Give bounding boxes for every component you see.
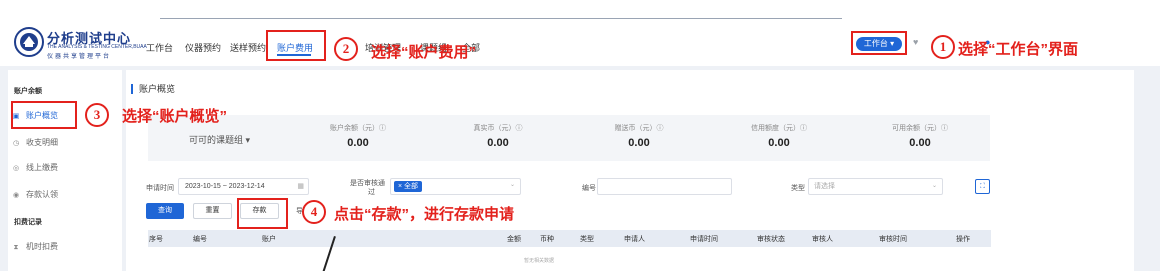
annotation-box-deposit	[237, 198, 288, 229]
col-type: 类型	[580, 236, 594, 243]
col-currency: 币种	[540, 236, 554, 243]
sidebar-item-label: 收支明细	[26, 138, 58, 147]
stat-value: 0.00	[487, 137, 509, 149]
annotation-text-2: 选择“账户费用”	[371, 44, 477, 61]
date-range-value: 2023-10-15 ~ 2023-12-14	[185, 183, 265, 190]
stat-label: 赠送币（元）ⓘ	[614, 125, 664, 132]
chevron-down-icon: ⌄	[509, 182, 515, 188]
sidebar-item-deposit-claim[interactable]: ◉ 存款认领	[10, 184, 114, 206]
type-label: 类型	[791, 185, 805, 192]
expand-icon[interactable]: ⛶	[975, 179, 990, 194]
annotation-text-4: 点击“存款”，进行存款申请	[334, 206, 515, 223]
sidebar-item-machine-time[interactable]: ⧗ 机时扣费	[10, 236, 114, 258]
query-button[interactable]: 查询	[146, 203, 184, 219]
nav-sample-booking[interactable]: 送样预约	[230, 41, 266, 54]
stat-value: 0.00	[347, 137, 369, 149]
reset-button[interactable]: 重置	[193, 203, 232, 219]
number-input[interactable]	[597, 178, 732, 195]
number-label: 编号	[582, 185, 596, 192]
research-group-select[interactable]: 可可的课题组 ▾	[189, 133, 250, 146]
chevron-down-icon: ⌄	[931, 183, 937, 189]
annotation-step-2: 2	[334, 37, 358, 61]
center-logo-icon	[14, 27, 44, 57]
annotation-text-1: 选择“工作台”界面	[958, 41, 1079, 58]
stat-label: 账户余额（元）ⓘ	[330, 125, 386, 132]
claim-icon: ◉	[12, 192, 20, 199]
col-index: 序号	[149, 236, 163, 243]
calendar-icon: ▦	[297, 183, 304, 190]
annotation-step-1: 1	[931, 35, 955, 59]
sidebar-item-online-payment[interactable]: ◎ 线上缴费	[10, 157, 114, 179]
empty-state: 暂无相关数据	[524, 258, 555, 264]
col-auditor: 审核人	[812, 236, 833, 243]
sidebar-item-transactions[interactable]: ◷ 收支明细	[10, 132, 114, 154]
sidebar-item-label: 存款认领	[26, 190, 58, 199]
annotation-box-account-fees	[266, 30, 326, 61]
payment-icon: ◎	[12, 165, 20, 172]
annotation-step-3: 3	[85, 103, 109, 127]
col-actions: 操作	[956, 236, 970, 243]
audit-status-select[interactable]: × 全部 ⌄	[390, 178, 521, 195]
brand-english-name: THE ANALYSIS & TESTING CENTER,BUAA	[47, 44, 147, 50]
hourglass-icon: ⧗	[13, 244, 19, 251]
nav-instrument-booking[interactable]: 仪器预约	[185, 41, 221, 54]
col-number: 编号	[193, 236, 207, 243]
sidebar-section-deductions: 扣费记录	[14, 219, 42, 226]
col-apply-time: 申请时间	[690, 236, 718, 243]
stat-label: 真实币（元）ⓘ	[473, 125, 523, 132]
type-placeholder: 请选择	[814, 183, 835, 190]
type-select[interactable]: 请选择 ⌄	[808, 178, 943, 195]
page-title: 账户概览	[131, 84, 175, 94]
sidebar-item-label: 机时扣费	[26, 242, 58, 251]
col-amount: 金额	[507, 236, 521, 243]
brand-subtitle: 仪器共享管理平台	[47, 54, 112, 60]
annotation-box-account-overview	[11, 101, 77, 129]
annotation-box-workspace	[851, 31, 907, 55]
sidebar-section-balance: 账户余额	[14, 88, 42, 95]
nav-workbench[interactable]: 工作台	[146, 41, 173, 54]
stat-label: 信用额度（元）ⓘ	[751, 125, 807, 132]
col-account: 账户	[262, 236, 276, 243]
annotation-step-4: 4	[302, 200, 326, 224]
col-audit-time: 审核时间	[879, 236, 907, 243]
stat-label: 可用余额（元）ⓘ	[892, 125, 948, 132]
date-label: 申请时间	[146, 185, 174, 192]
col-audit-status: 审核状态	[757, 236, 785, 243]
divider	[160, 18, 842, 19]
date-range-input[interactable]: 2023-10-15 ~ 2023-12-14 ▦	[178, 178, 309, 195]
annotation-text-3: 选择“账户概览”	[122, 108, 228, 125]
audit-tag-all[interactable]: × 全部	[394, 181, 423, 192]
audit-label-cont: 过	[368, 189, 375, 196]
col-applicant: 申请人	[624, 236, 645, 243]
stat-value: 0.00	[768, 137, 790, 149]
heart-icon[interactable]: ♥	[913, 37, 918, 47]
sidebar-item-label: 线上缴费	[26, 163, 58, 172]
stat-value: 0.00	[909, 137, 931, 149]
clock-icon: ◷	[12, 140, 20, 147]
stat-value: 0.00	[628, 137, 650, 149]
